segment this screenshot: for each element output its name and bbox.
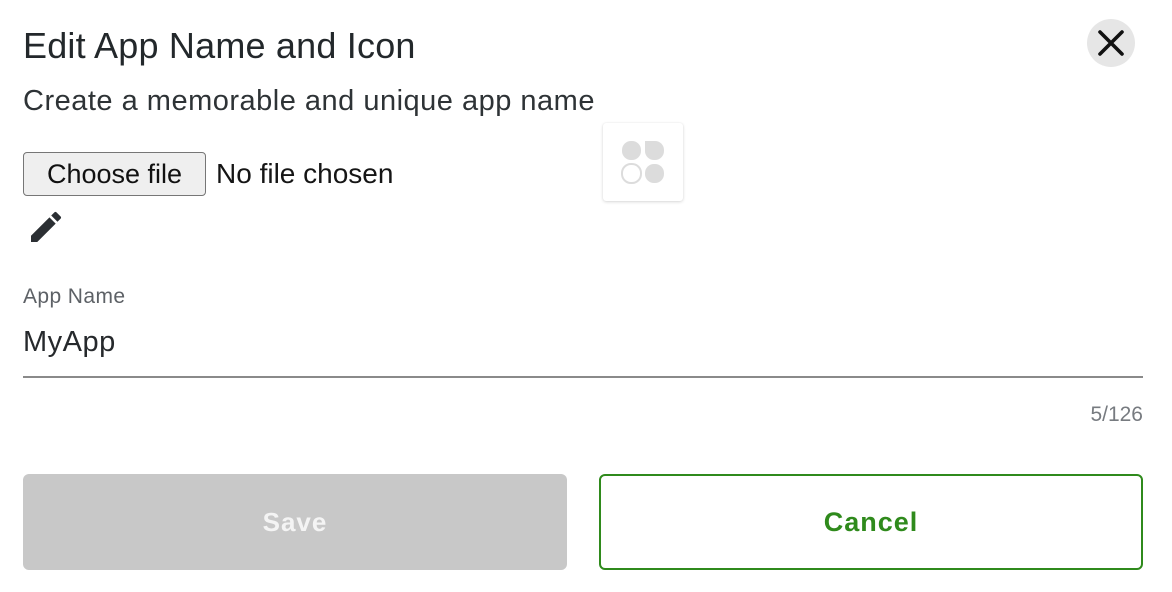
close-icon [1098,30,1124,56]
app-icon-preview [603,123,683,201]
dialog-subtitle: Create a memorable and unique app name [23,85,595,117]
app-name-input[interactable]: MyApp [23,326,116,359]
pencil-icon [31,211,62,242]
file-status: No file chosen [216,158,394,189]
close-button[interactable] [1087,19,1135,67]
cancel-button[interactable]: Cancel [599,474,1143,570]
choose-file-button[interactable]: Choose file [23,152,206,196]
dialog-title: Edit App Name and Icon [23,25,416,66]
edit-icon-button[interactable] [26,207,66,252]
app-name-label: App Name [23,285,126,308]
app-name-underline [23,376,1143,378]
character-counter: 5/126 [1090,403,1143,426]
file-input[interactable]: Choose file No file chosen [23,152,393,196]
save-button[interactable]: Save [23,474,567,570]
clover-app-icon [621,141,664,184]
